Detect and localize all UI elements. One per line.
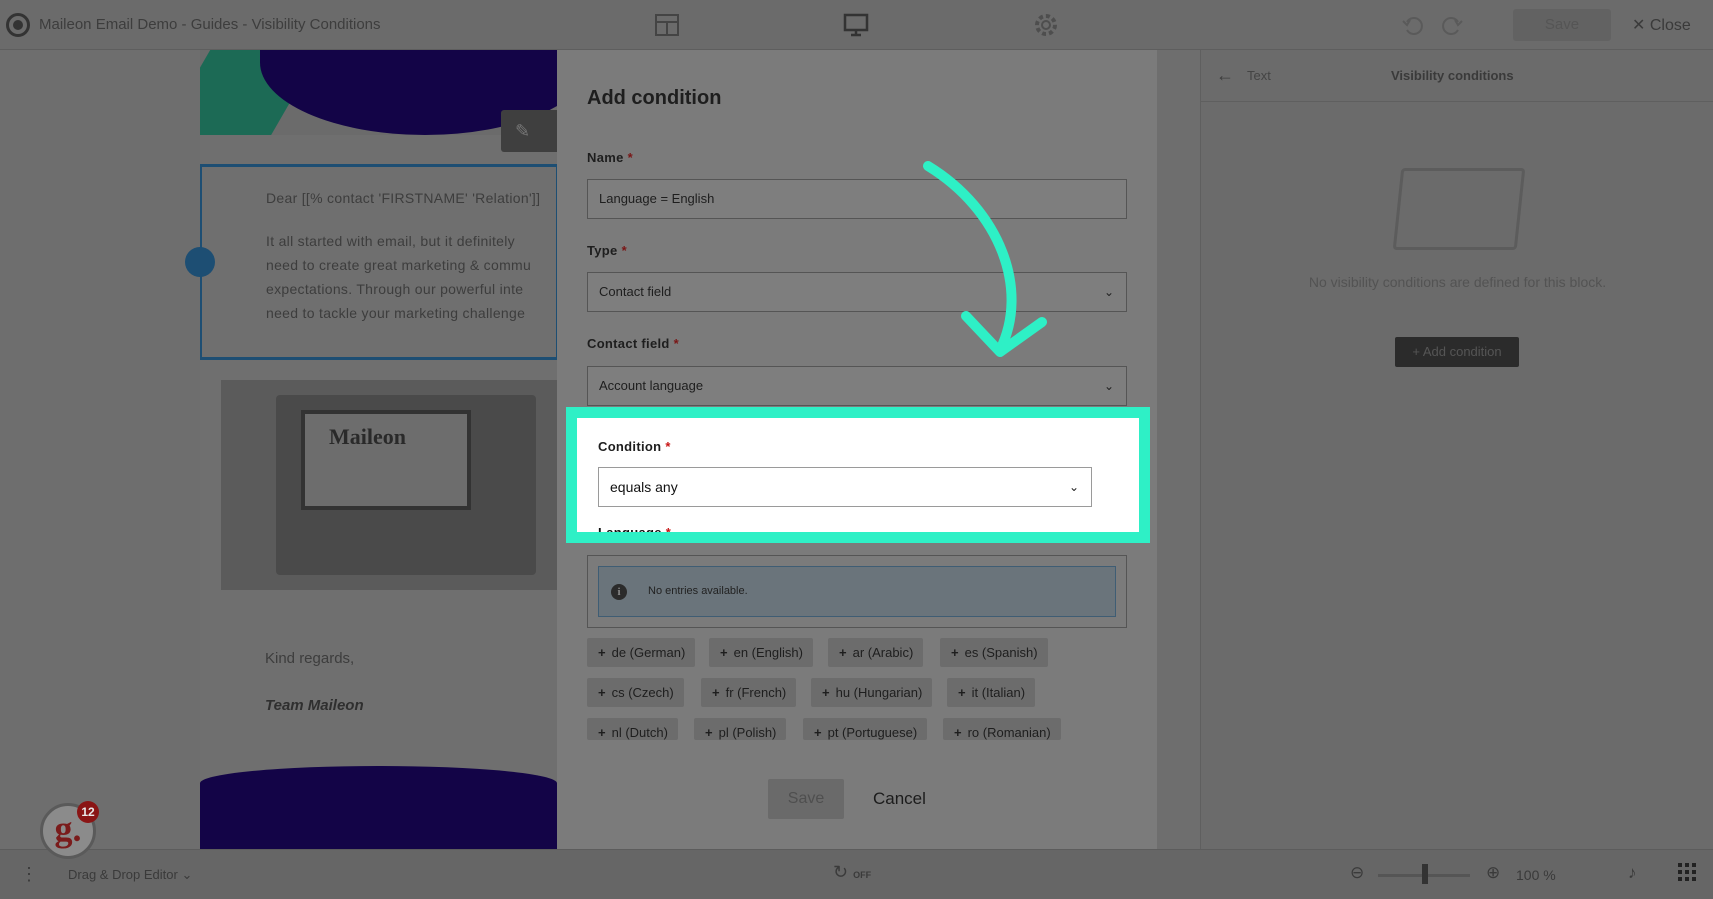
chevron-down-icon: ⌄ bbox=[1103, 379, 1114, 393]
add-language-pt[interactable]: + pt (Portuguese) bbox=[803, 718, 928, 740]
layout-icon[interactable] bbox=[654, 12, 680, 38]
condition-label: Condition * bbox=[598, 439, 671, 454]
name-label: Name * bbox=[587, 150, 633, 165]
chevron-down-icon: ⌄ bbox=[1103, 285, 1114, 299]
document-title: Maileon Email Demo - Guides - Visibility… bbox=[39, 16, 381, 33]
chevron-down-icon: ⌄ bbox=[181, 867, 193, 882]
block-drag-handle[interactable] bbox=[185, 247, 215, 277]
add-language-es[interactable]: + es (Spanish) bbox=[940, 638, 1048, 667]
add-language-pl[interactable]: + pl (Polish) bbox=[694, 718, 787, 740]
history-icon: ↻ bbox=[833, 862, 849, 882]
add-language-cs[interactable]: + cs (Czech) bbox=[587, 678, 684, 707]
add-language-ro[interactable]: + ro (Romanian) bbox=[943, 718, 1061, 740]
dialog-title: Add condition bbox=[587, 87, 722, 109]
email-body-line: need to create great marketing & commu bbox=[266, 257, 532, 273]
settings-gear-icon[interactable] bbox=[1033, 12, 1059, 38]
redo-icon[interactable] bbox=[1439, 12, 1465, 38]
type-label: Type * bbox=[587, 243, 627, 258]
add-language-nl[interactable]: + nl (Dutch) bbox=[587, 718, 678, 740]
email-footer-graphic bbox=[200, 766, 557, 852]
add-language-hu[interactable]: + hu (Hungarian) bbox=[811, 678, 933, 707]
close-button[interactable]: ✕ Close bbox=[1632, 15, 1691, 35]
undo-icon[interactable] bbox=[1400, 12, 1426, 38]
selected-text-block[interactable]: Dear [[% contact 'FIRSTNAME' 'Relation']… bbox=[200, 164, 557, 360]
back-label[interactable]: Text bbox=[1247, 68, 1271, 83]
dialog-save-button[interactable]: Save bbox=[768, 779, 844, 819]
edit-pencil-icon[interactable]: ✎ bbox=[501, 110, 557, 152]
email-body-line: need to tackle your marketing challenge bbox=[266, 305, 526, 321]
email-signature: Team Maileon bbox=[265, 697, 364, 714]
history-state: OFF bbox=[853, 870, 872, 880]
highlighted-condition-section: Condition * equals any ⌄ Language * bbox=[566, 407, 1150, 543]
maileon-logo-icon bbox=[6, 13, 30, 37]
email-hero-image: Maileon bbox=[221, 380, 557, 590]
contact-field-select[interactable]: Account language ⌄ bbox=[587, 366, 1127, 406]
email-closing: Kind regards, bbox=[265, 650, 355, 667]
panel-header: ← Text Visibility conditions bbox=[1201, 50, 1713, 102]
notification-count-badge: 12 bbox=[77, 801, 99, 823]
add-language-it[interactable]: + it (Italian) bbox=[947, 678, 1036, 707]
close-label: Close bbox=[1649, 17, 1691, 34]
email-body-line: expectations. Through our powerful inte bbox=[266, 281, 524, 297]
editor-mode-select[interactable]: Drag & Drop Editor ⌄ bbox=[68, 867, 192, 883]
chevron-down-icon: ⌄ bbox=[1068, 480, 1079, 494]
empty-folder-icon bbox=[1392, 168, 1526, 250]
add-language-en[interactable]: + en (English) bbox=[709, 638, 813, 667]
zoom-slider-handle[interactable] bbox=[1422, 864, 1428, 884]
more-menu-icon[interactable]: ⋮ bbox=[20, 864, 38, 885]
notification-bell-icon[interactable]: ♪ bbox=[1628, 863, 1637, 883]
email-body-line: It all started with email, but it defini… bbox=[266, 233, 515, 249]
language-label: Language * bbox=[598, 525, 672, 540]
zoom-in-icon[interactable]: ⊕ bbox=[1486, 863, 1500, 883]
photo-brand-text: Maileon bbox=[329, 424, 406, 449]
empty-entries-notice: i No entries available. bbox=[598, 566, 1116, 617]
dialog-cancel-button[interactable]: Cancel bbox=[873, 789, 926, 809]
empty-entries-text: No entries available. bbox=[648, 585, 748, 597]
add-condition-button[interactable]: + Add condition bbox=[1395, 337, 1519, 367]
apps-grid-icon[interactable] bbox=[1678, 863, 1696, 886]
top-bar: Maileon Email Demo - Guides - Visibility… bbox=[0, 0, 1713, 50]
zoom-out-icon[interactable]: ⊖ bbox=[1350, 863, 1364, 883]
desktop-preview-icon[interactable] bbox=[843, 12, 869, 38]
editor-mode-label: Drag & Drop Editor bbox=[68, 867, 178, 882]
add-language-de[interactable]: + de (German) bbox=[587, 638, 696, 667]
empty-state-message: No visibility conditions are defined for… bbox=[1308, 274, 1607, 290]
type-select[interactable]: Contact field ⌄ bbox=[587, 272, 1127, 312]
add-language-ar[interactable]: + ar (Arabic) bbox=[828, 638, 924, 667]
name-input[interactable]: Language = English bbox=[587, 179, 1127, 219]
bottom-bar: ⋮ Drag & Drop Editor ⌄ ↻ OFF ⊖ ⊕ 100 % ♪ bbox=[0, 849, 1713, 899]
back-arrow-icon[interactable]: ← bbox=[1216, 65, 1234, 86]
language-selection-box: i No entries available. bbox=[587, 555, 1127, 628]
panel-title: Visibility conditions bbox=[1391, 68, 1514, 83]
info-icon: i bbox=[611, 584, 627, 600]
condition-select[interactable]: equals any ⌄ bbox=[598, 467, 1092, 507]
contact-field-label: Contact field * bbox=[587, 336, 679, 351]
zoom-level: 100 % bbox=[1516, 867, 1556, 883]
topbar-save-button[interactable]: Save bbox=[1513, 9, 1611, 41]
history-toggle[interactable]: ↻ OFF bbox=[833, 862, 871, 883]
add-language-fr[interactable]: + fr (French) bbox=[701, 678, 797, 707]
close-icon: ✕ bbox=[1632, 17, 1646, 34]
visibility-conditions-panel: ← Text Visibility conditions No visibili… bbox=[1200, 50, 1713, 849]
email-greeting: Dear [[% contact 'FIRSTNAME' 'Relation']… bbox=[266, 190, 541, 206]
